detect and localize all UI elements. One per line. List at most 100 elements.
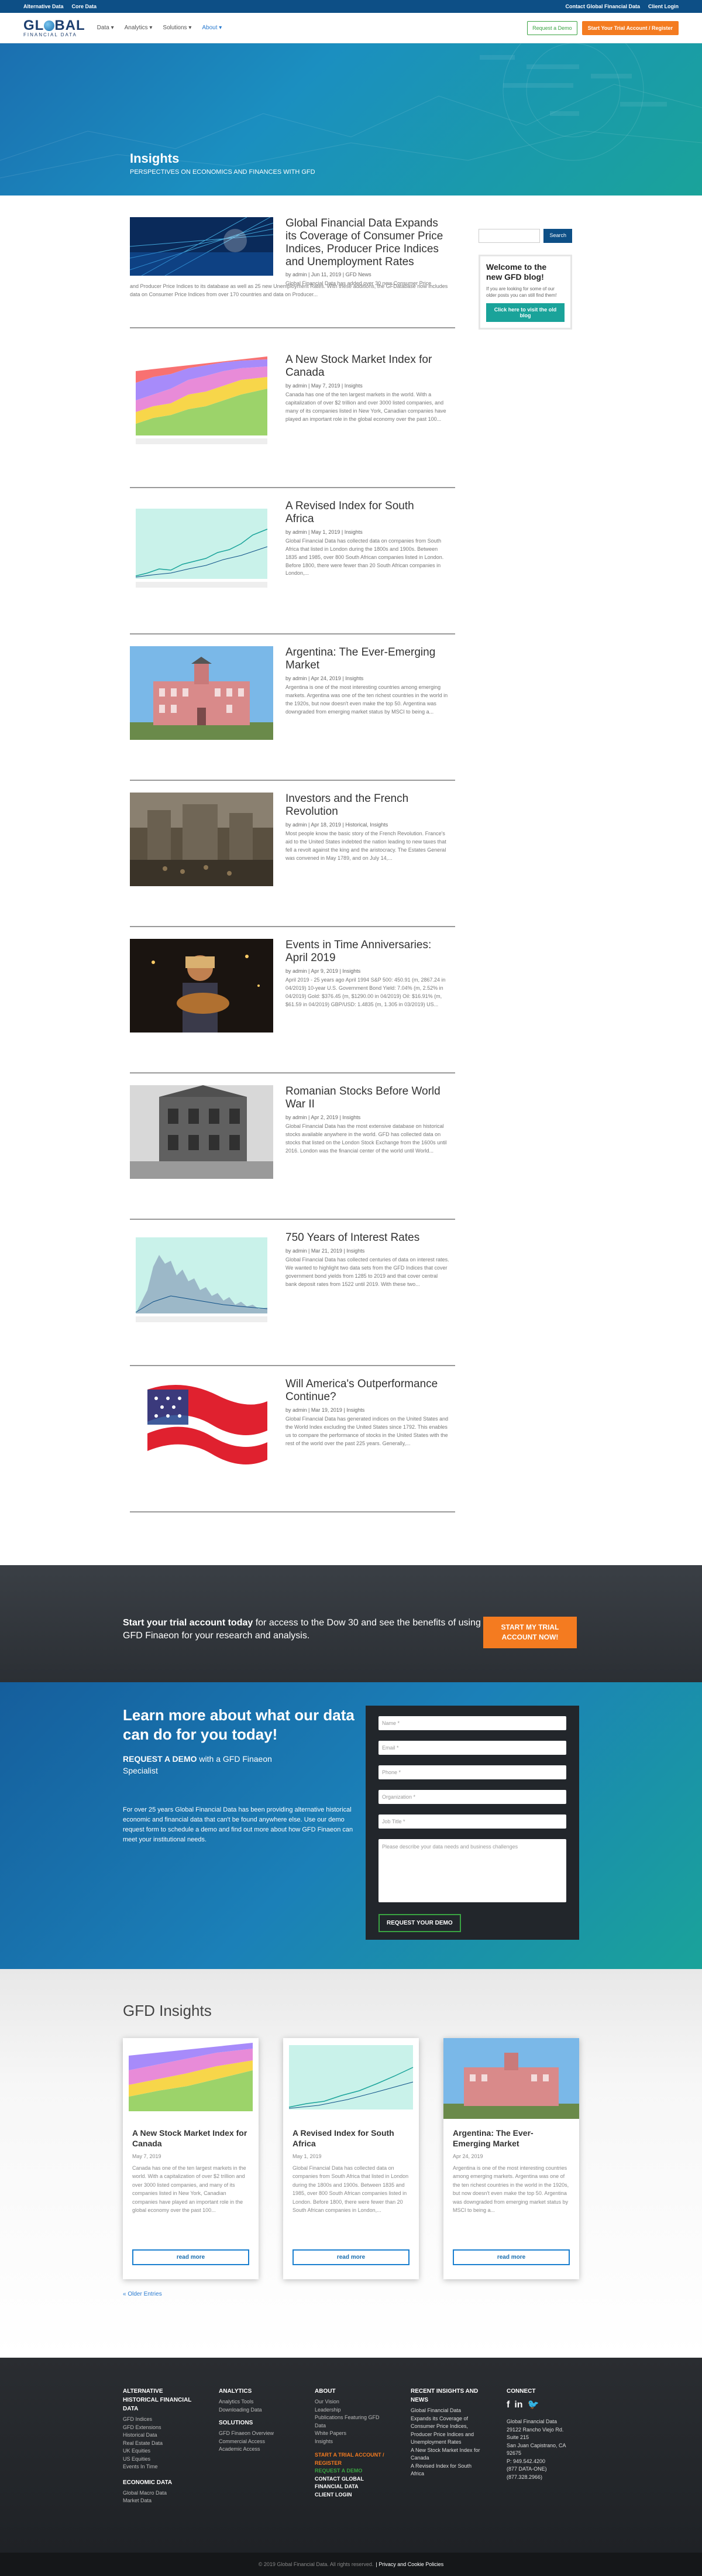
footer-heading: CONNECT: [507, 2388, 536, 2395]
email-field[interactable]: Email *: [378, 1741, 566, 1755]
name-field[interactable]: Name *: [378, 1716, 566, 1730]
nav-item-solutions[interactable]: Solutions ▾: [163, 25, 191, 31]
post-meta: by admin | Apr 9, 2019 | Insights: [285, 968, 361, 974]
footer-link[interactable]: Academic Access: [219, 2445, 295, 2454]
read-more-button[interactable]: read more: [132, 2249, 249, 2265]
footer-link[interactable]: Downloading Data: [219, 2406, 295, 2414]
nav-item-data[interactable]: Data ▾: [97, 25, 114, 31]
card-title[interactable]: A New Stock Market Index for Canada: [123, 2119, 259, 2149]
search-button[interactable]: Search: [543, 229, 572, 243]
start-trial-button[interactable]: Start Your Trial Account / Register: [581, 20, 679, 35]
footer-link[interactable]: White Papers: [315, 2430, 391, 2438]
older-entries-link[interactable]: « Older Entries: [123, 2291, 162, 2297]
welcome-title: Welcome to the new GFD blog!: [486, 262, 547, 282]
read-more-button[interactable]: read more: [292, 2249, 410, 2265]
post-title[interactable]: Romanian Stocks Before World War II: [285, 1085, 443, 1111]
post-title[interactable]: Global Financial Data Expands its Covera…: [285, 217, 443, 268]
start-trial-cta-button[interactable]: START MY TRIAL ACCOUNT NOW!: [483, 1617, 577, 1648]
card-thumbnail[interactable]: [283, 2038, 419, 2119]
chevron-down-icon: ▾: [219, 25, 222, 31]
footer-link[interactable]: UK Equities: [123, 2447, 199, 2455]
footer-contact-link[interactable]: CONTACT GLOBAL FINANCIAL DATA: [315, 2475, 391, 2491]
twitter-icon[interactable]: 🐦: [528, 2398, 539, 2412]
post-title[interactable]: Will America's Outperformance Continue?: [285, 1378, 443, 1404]
footer-link[interactable]: Our Vision: [315, 2398, 391, 2406]
post-excerpt: Global Financial Data has collected cent…: [285, 1256, 449, 1287]
post-thumbnail[interactable]: [130, 354, 273, 447]
footer-link[interactable]: Events In Time: [123, 2463, 199, 2471]
footer-login-link[interactable]: CLIENT LOGIN: [315, 2491, 391, 2499]
footer-demo-link[interactable]: REQUEST A DEMO: [315, 2467, 391, 2475]
demo-subheading-bold: REQUEST A DEMO: [123, 1754, 197, 1764]
post-title[interactable]: Events in Time Anniversaries: April 2019: [285, 939, 443, 965]
post-thumbnail[interactable]: [130, 217, 273, 276]
post-thumbnail[interactable]: [130, 1378, 273, 1471]
post-title[interactable]: Argentina: The Ever-Emerging Market: [285, 646, 443, 672]
footer-link[interactable]: Historical Data: [123, 2431, 199, 2440]
blog-post: Investors and the French Revolution by a…: [130, 793, 455, 927]
phone-field[interactable]: Phone *: [378, 1765, 566, 1779]
footer-link[interactable]: GFD Finaeon Overview: [219, 2430, 295, 2438]
footer-trial-link[interactable]: START A TRIAL ACCOUNT / REGISTER: [315, 2451, 391, 2467]
footer-link[interactable]: Global Macro Data: [123, 2489, 199, 2498]
job-title-field[interactable]: Job Title *: [378, 1814, 566, 1829]
post-thumbnail[interactable]: [130, 1085, 273, 1179]
welcome-box: Welcome to the new GFD blog! If you are …: [479, 255, 572, 330]
footer-link[interactable]: Commercial Access: [219, 2438, 295, 2446]
facebook-icon[interactable]: f: [507, 2398, 510, 2412]
footer-link[interactable]: Analytics Tools: [219, 2398, 295, 2406]
footer-link[interactable]: Insights: [315, 2438, 391, 2446]
footer-link[interactable]: A New Stock Market Index for Canada: [411, 2447, 481, 2462]
topbar-link-contact[interactable]: Contact Global Financial Data: [565, 4, 640, 9]
demo-description: For over 25 years Global Financial Data …: [123, 1806, 353, 1844]
post-thumbnail[interactable]: [130, 500, 273, 594]
card-title[interactable]: Argentina: The Ever-Emerging Market: [443, 2119, 579, 2149]
footer-link[interactable]: US Equities: [123, 2455, 199, 2464]
post-meta: by admin | Apr 24, 2019 | Insights: [285, 675, 364, 681]
old-blog-button[interactable]: Click here to visit the old blog: [486, 303, 565, 322]
organization-field[interactable]: Organization *: [378, 1790, 566, 1804]
post-thumbnail[interactable]: [130, 939, 273, 1033]
post-title[interactable]: A New Stock Market Index for Canada: [285, 354, 443, 379]
read-more-button[interactable]: read more: [453, 2249, 570, 2265]
topbar-link-client-login[interactable]: Client Login: [648, 4, 679, 9]
top-utility-bar: Alternative Data Core Data Contact Globa…: [0, 0, 702, 13]
nav-item-label: About: [202, 25, 218, 31]
nav-item-about[interactable]: About ▾: [202, 25, 222, 31]
post-thumbnail[interactable]: [130, 793, 273, 886]
post-title[interactable]: 750 Years of Interest Rates: [285, 1232, 443, 1244]
search-input[interactable]: [479, 229, 541, 243]
footer-link[interactable]: GFD Indices: [123, 2416, 199, 2424]
blog-sidebar: Search Welcome to the new GFD blog! If y…: [479, 229, 572, 330]
post-excerpt: Global Financial Data has generated indi…: [285, 1415, 449, 1446]
search-form: Search: [479, 229, 572, 243]
social-links: f in 🐦: [507, 2398, 583, 2412]
footer-link[interactable]: A Revised Index for South Africa: [411, 2462, 481, 2478]
linkedin-icon[interactable]: in: [514, 2398, 522, 2412]
card-thumbnail[interactable]: [123, 2038, 259, 2119]
footer-link[interactable]: Global Financial Data Expands its Covera…: [411, 2407, 481, 2447]
request-demo-submit-button[interactable]: REQUEST YOUR DEMO: [378, 1914, 461, 1932]
footer-heading: SOLUTIONS: [219, 2420, 253, 2426]
card-title[interactable]: A Revised Index for South Africa: [283, 2119, 419, 2149]
post-thumbnail[interactable]: [130, 646, 273, 740]
topbar-link-alternative-data[interactable]: Alternative Data: [23, 4, 64, 9]
globe-icon: [44, 20, 55, 31]
address-line: Suite 215: [507, 2434, 529, 2440]
footer-link[interactable]: Real Estate Data: [123, 2440, 199, 2448]
needs-textarea[interactable]: Please describe your data needs and busi…: [378, 1839, 566, 1902]
footer-link[interactable]: Market Data: [123, 2497, 199, 2505]
request-demo-button[interactable]: Request a Demo: [527, 20, 577, 35]
nav-item-analytics[interactable]: Analytics ▾: [125, 25, 153, 31]
post-title[interactable]: A Revised Index for South Africa: [285, 500, 443, 526]
site-logo[interactable]: GL BAL FINANCIAL DATA: [23, 18, 85, 37]
card-thumbnail[interactable]: [443, 2038, 579, 2119]
post-title[interactable]: Investors and the French Revolution: [285, 793, 443, 818]
post-thumbnail[interactable]: [130, 1232, 273, 1325]
footer-link[interactable]: Publications Featuring GFD Data: [315, 2414, 391, 2430]
privacy-policy-link[interactable]: | Privacy and Cookie Policies: [376, 2561, 443, 2567]
footer-link[interactable]: GFD Extensions: [123, 2424, 199, 2432]
topbar-link-core-data[interactable]: Core Data: [72, 4, 97, 9]
footer-link[interactable]: Leadership: [315, 2406, 391, 2414]
trial-cta-section: Start your trial account today for acces…: [0, 1565, 702, 1682]
